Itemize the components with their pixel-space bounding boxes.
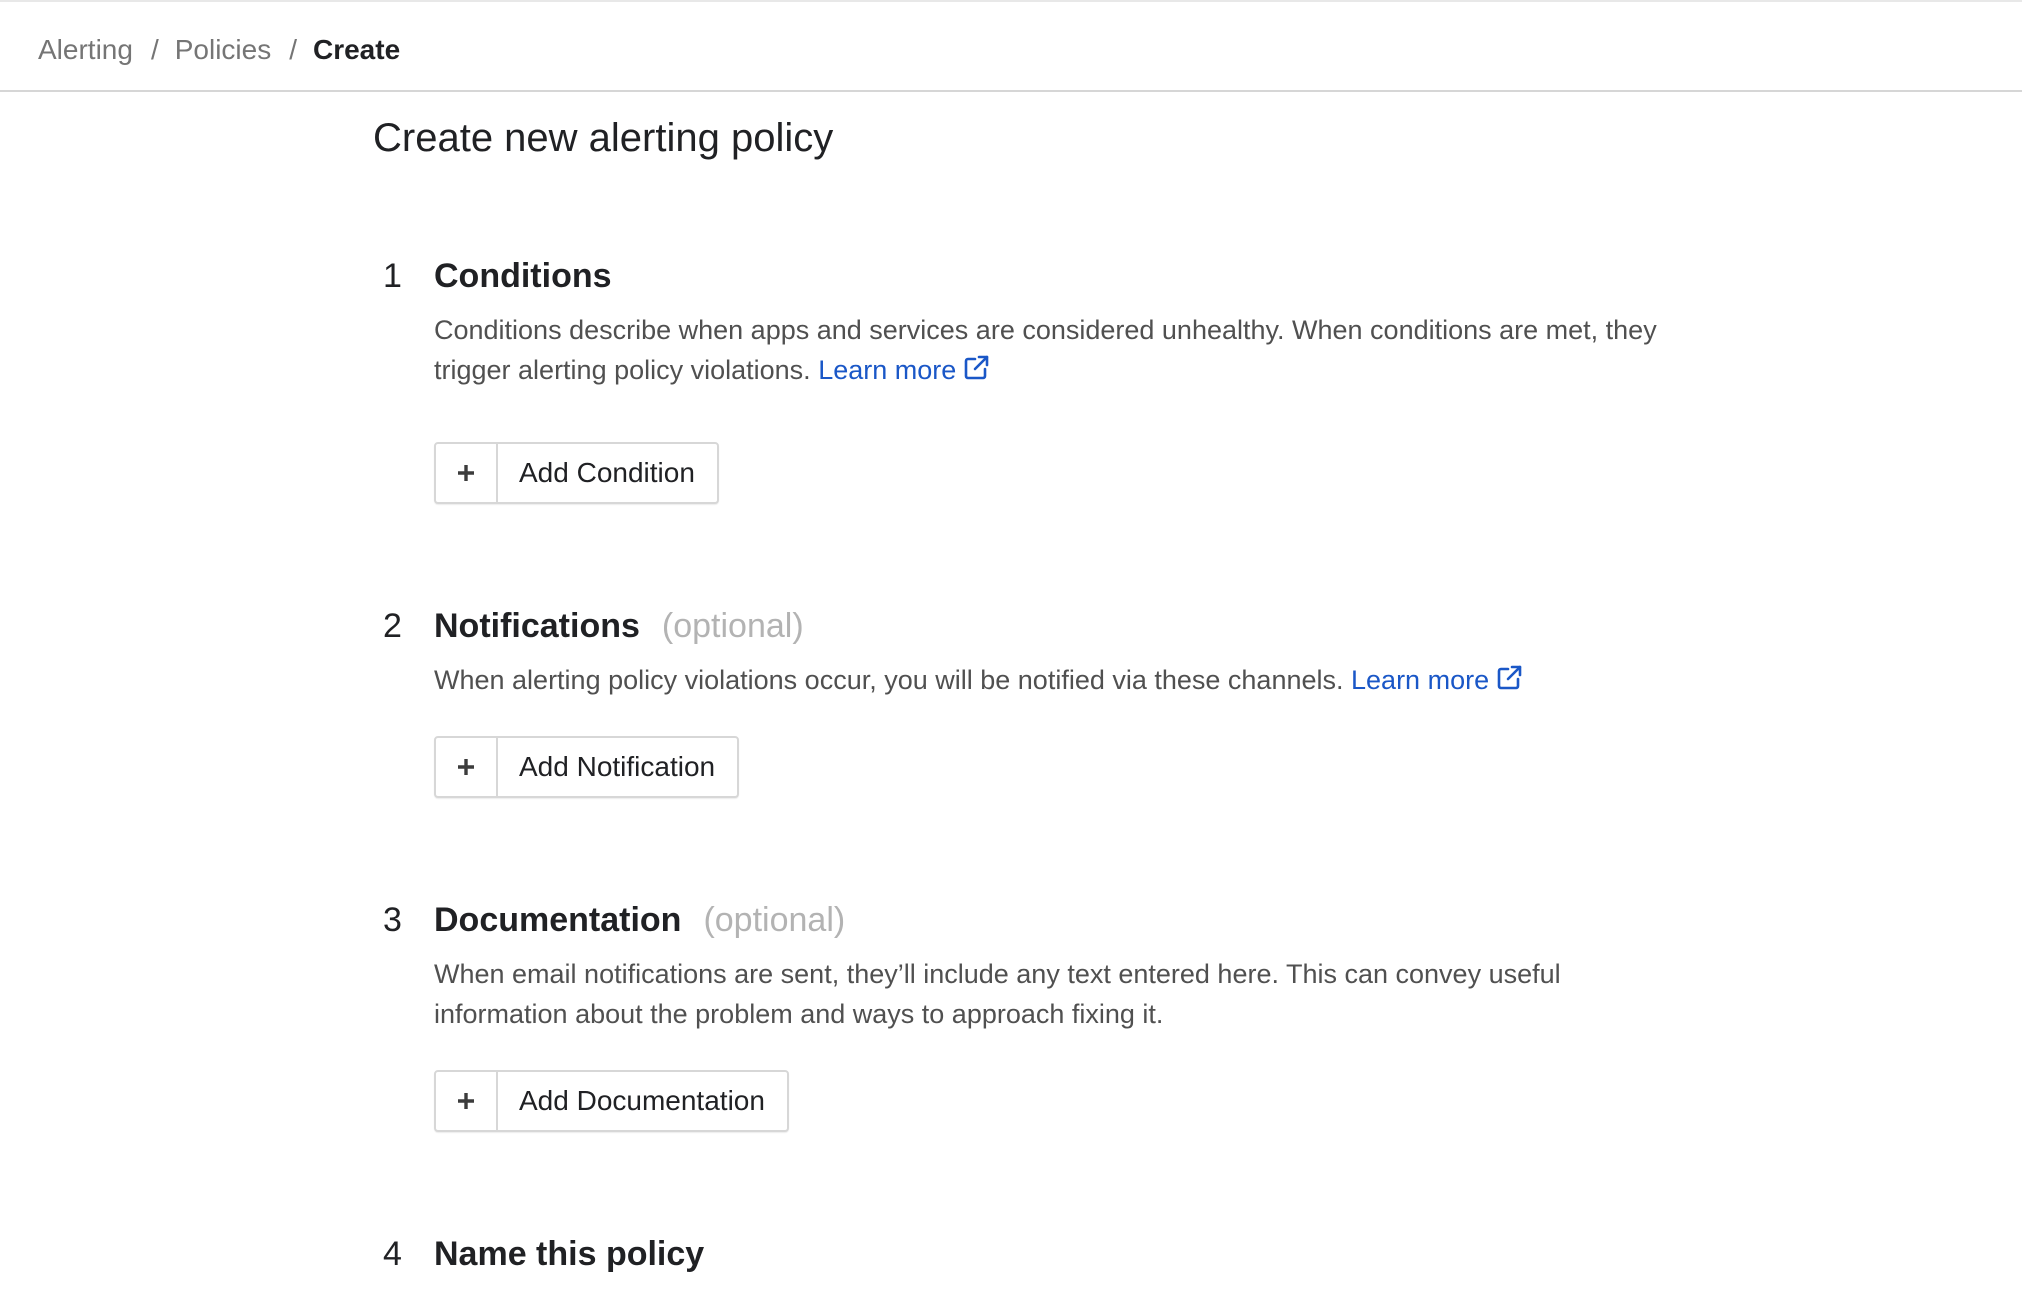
step-title: Name this policy [434, 1235, 705, 1273]
step-heading: Name this policy [434, 1230, 704, 1278]
step-number: 1 [383, 257, 402, 295]
breadcrumb-alerting-link[interactable]: Alerting [38, 30, 133, 70]
breadcrumb-bar: Alerting / Policies / Create [0, 2, 2022, 92]
learn-more-label: Learn more [1351, 665, 1490, 695]
breadcrumb-separator: / [289, 34, 297, 65]
breadcrumb-current: Create [312, 34, 401, 65]
step-heading: Documentation (optional) [434, 896, 845, 944]
breadcrumb-separator: / [150, 34, 159, 65]
learn-more-link[interactable]: Learn more [818, 355, 990, 385]
plus-icon [436, 738, 498, 796]
external-link-icon [1497, 665, 1522, 690]
step-description-text: When email notifications are sent, they’… [434, 959, 1561, 1029]
plus-icon [436, 444, 498, 502]
page-title: Create new alerting policy [373, 116, 834, 160]
add-condition-label: Add Condition [519, 457, 695, 488]
step-title: Conditions [434, 257, 612, 295]
step-number: 3 [383, 901, 402, 939]
step-heading: Conditions [434, 252, 612, 300]
add-notification-label: Add Notification [519, 751, 716, 782]
add-documentation-label: Add Documentation [519, 1085, 765, 1116]
step-title: Documentation [434, 901, 682, 939]
learn-more-label: Learn more [818, 355, 957, 385]
breadcrumb: Alerting / Policies / Create [38, 30, 400, 70]
plus-icon [436, 1072, 498, 1130]
add-condition-button[interactable]: Add Condition [434, 442, 719, 504]
add-notification-button[interactable]: Add Notification [434, 736, 740, 798]
optional-label: (optional) [703, 901, 846, 939]
add-documentation-button[interactable]: Add Documentation [434, 1070, 789, 1132]
step-number: 2 [383, 607, 402, 645]
step-number: 4 [383, 1235, 402, 1273]
step-title: Notifications [434, 607, 640, 645]
learn-more-link[interactable]: Learn more [1351, 665, 1523, 695]
step-description-text: Conditions describe when apps and servic… [434, 315, 1657, 385]
breadcrumb-policies-link[interactable]: Policies [175, 30, 271, 70]
step-description: When email notifications are sent, they’… [434, 954, 1674, 1034]
step-description: Conditions describe when apps and servic… [434, 310, 1674, 390]
external-link-icon [964, 355, 989, 380]
step-description-text: When alerting policy violations occur, y… [434, 665, 1344, 695]
step-description: When alerting policy violations occur, y… [434, 660, 1674, 700]
step-heading: Notifications (optional) [434, 602, 804, 650]
optional-label: (optional) [661, 607, 804, 645]
